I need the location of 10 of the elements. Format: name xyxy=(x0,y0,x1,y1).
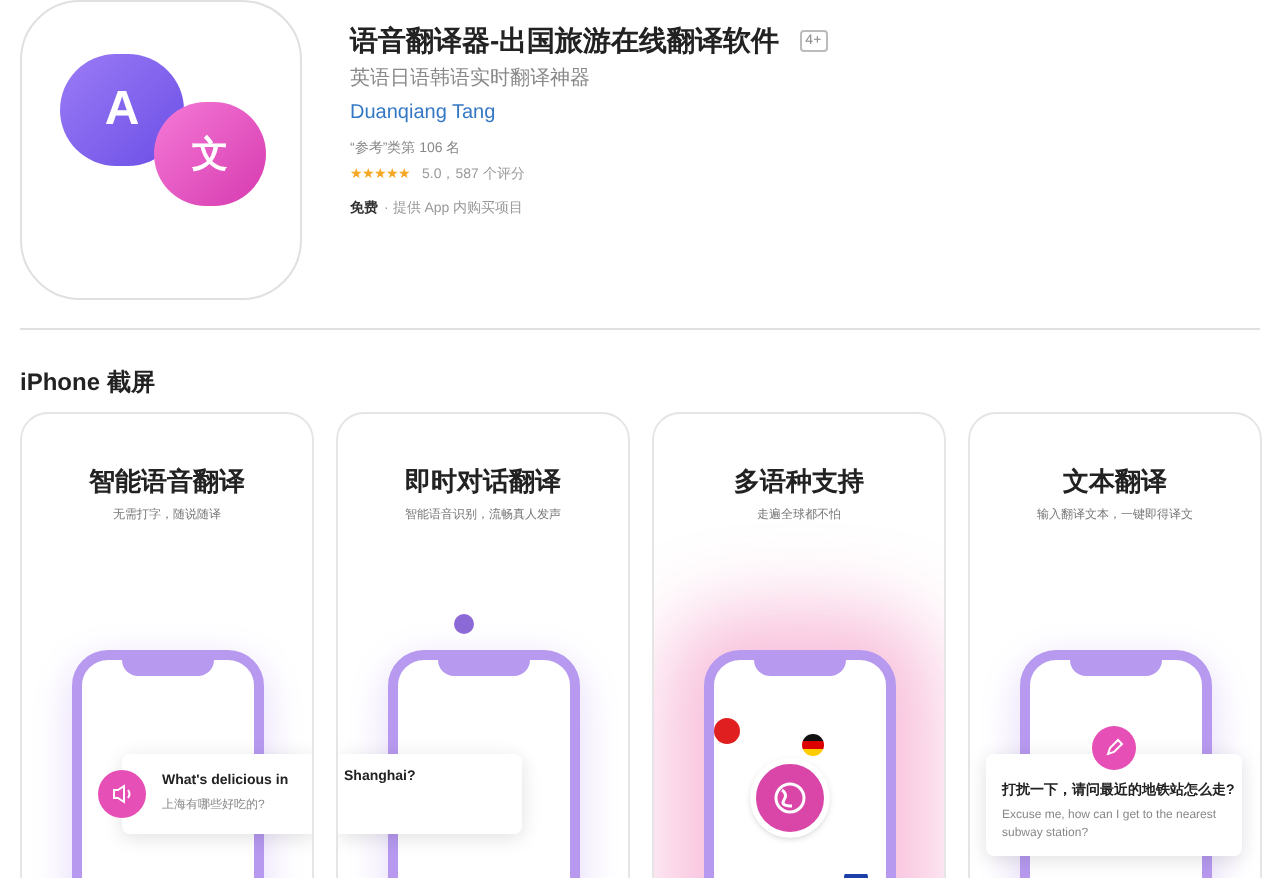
app-icon-glyph: 文 xyxy=(192,131,228,177)
app-title: 语音翻译器-出国旅游在线翻译软件 xyxy=(350,22,780,60)
app-subtitle: 英语日语韩语实时翻译神器 xyxy=(350,65,592,94)
section-title: iPhone 截屏 xyxy=(20,366,157,400)
screenshot-heading: 文本翻译 xyxy=(1061,464,1169,500)
screenshot-heading: 多语种支持 xyxy=(732,464,866,500)
screenshot-heading: 智能语音翻译 xyxy=(87,464,247,500)
developer-link[interactable]: Duanqiang Tang xyxy=(350,98,828,128)
app-icon-letter: A xyxy=(104,80,140,140)
screenshot-heading: 即时对话翻译 xyxy=(403,464,563,500)
